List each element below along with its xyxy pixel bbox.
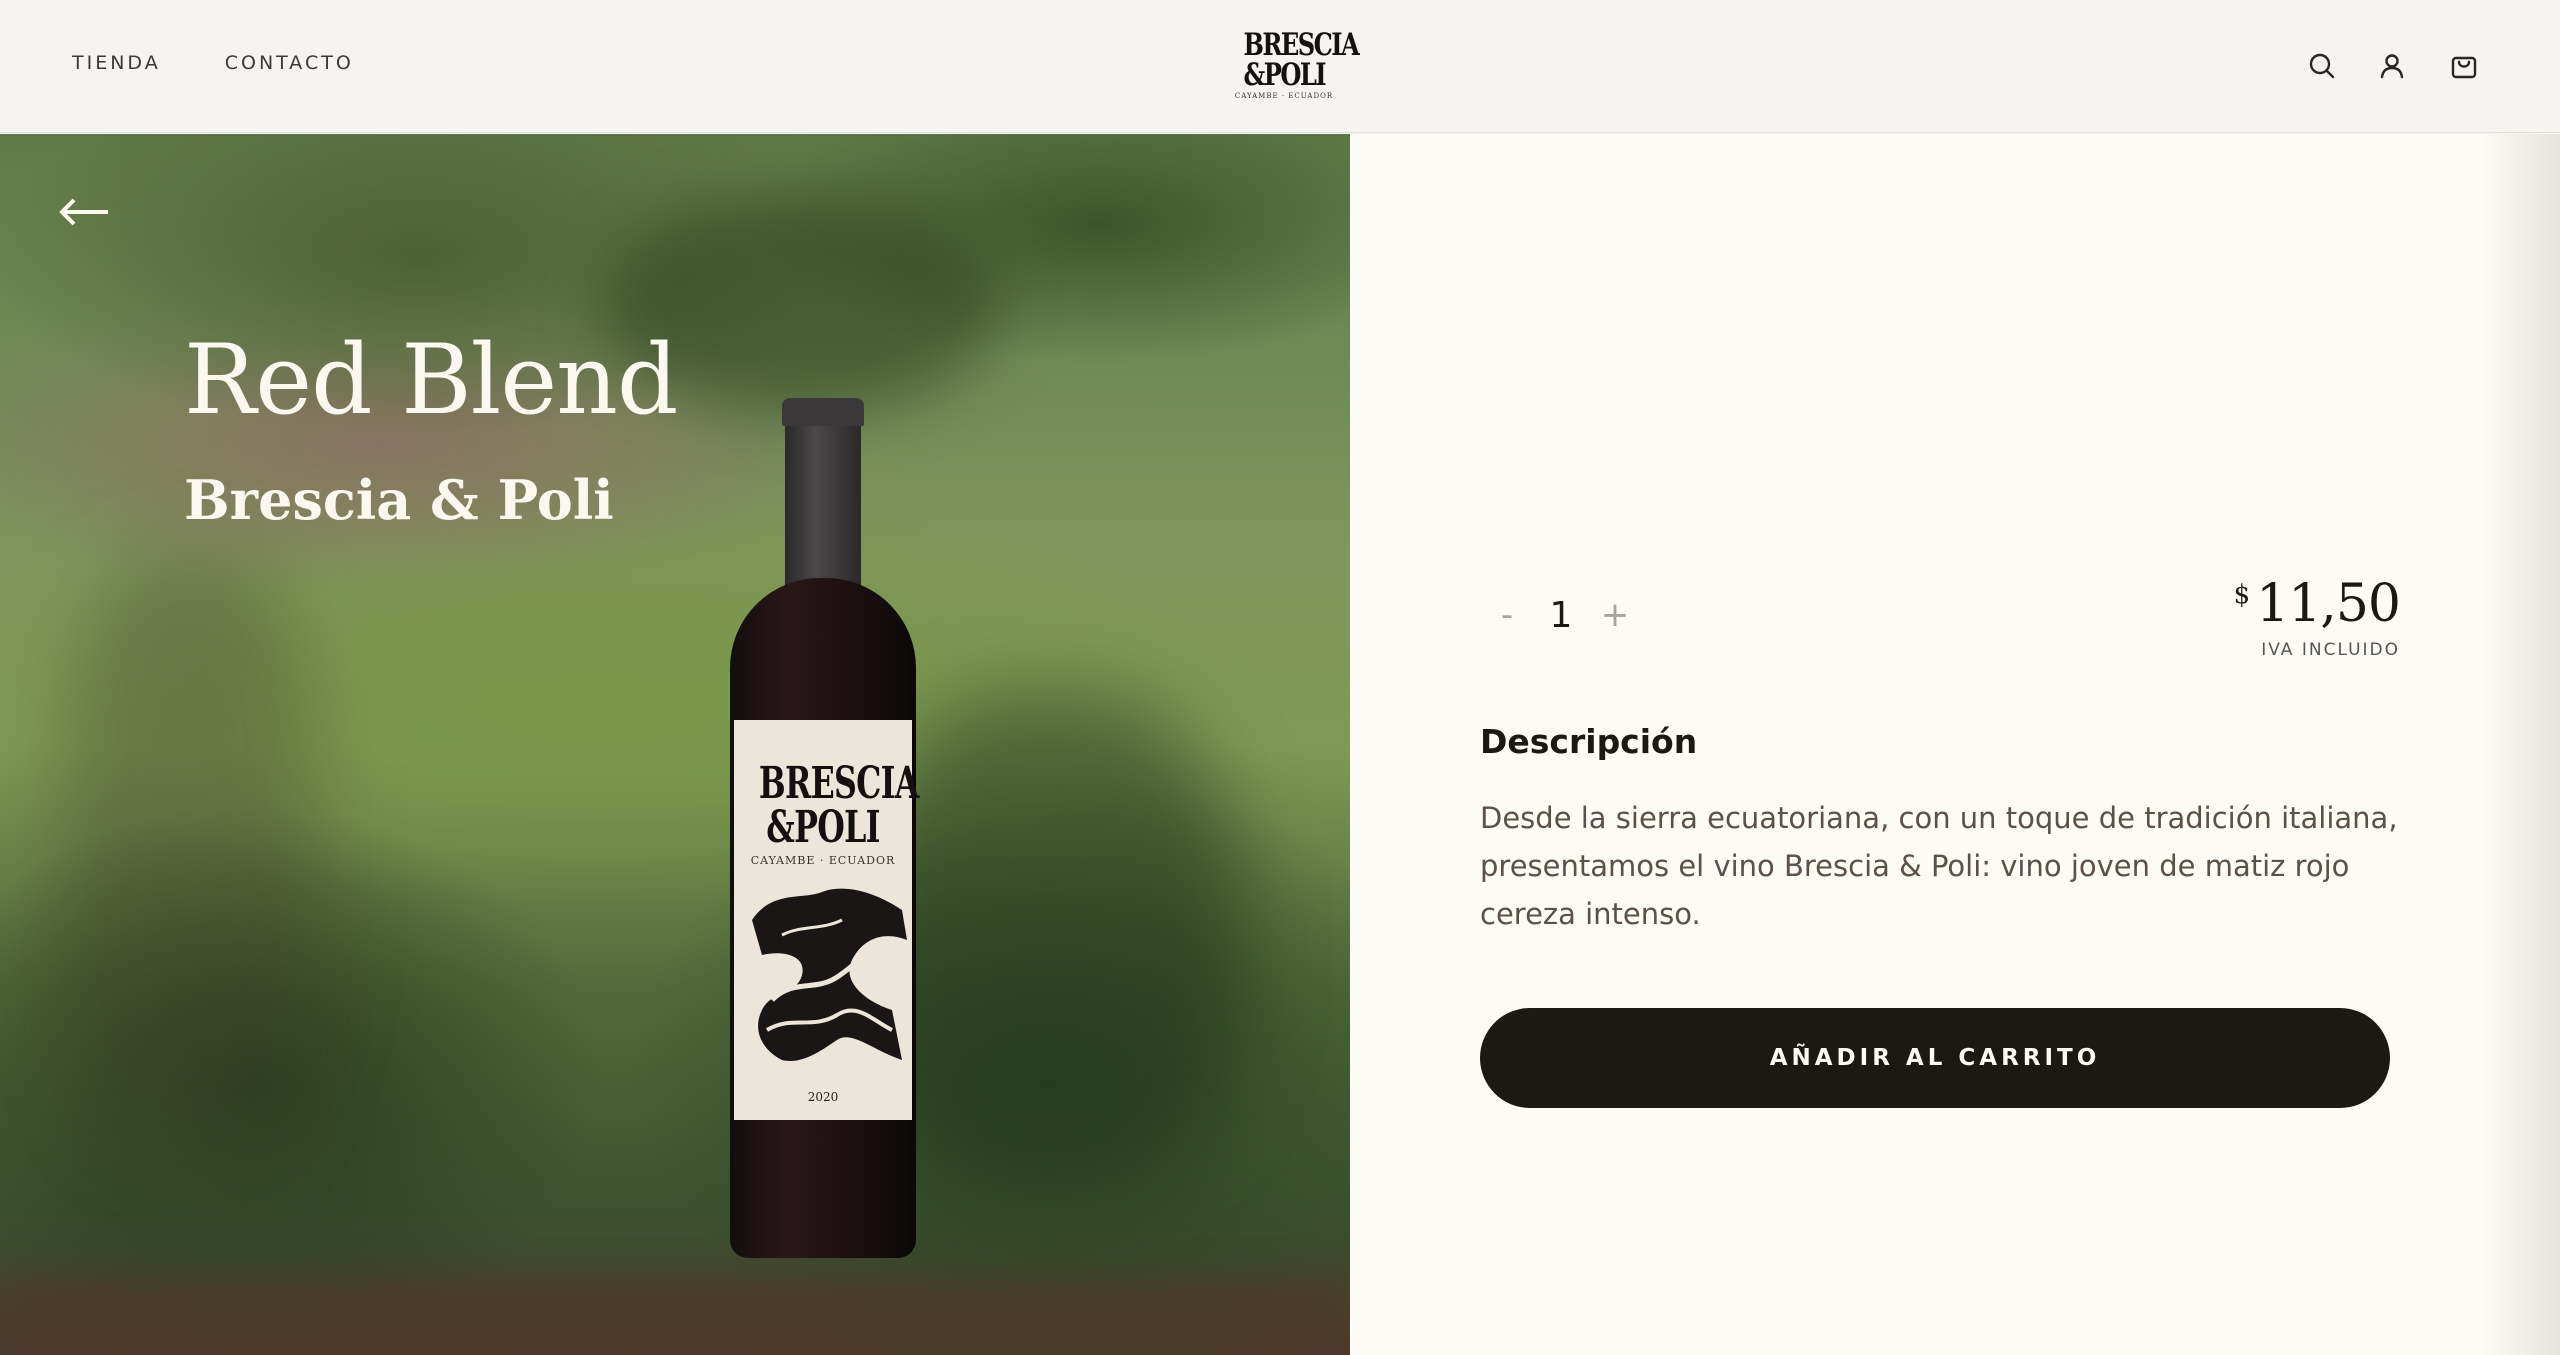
wine-bottle-image: BRESCIA &POLI CAYAMBE · ECUADOR 2020 [730, 398, 919, 1258]
description-text: Desde la sierra ecuatoriana, con un toqu… [1480, 801, 2398, 931]
panel-edge-shadow [2480, 134, 2560, 1355]
price-amount: 11,50 [2256, 574, 2401, 634]
background-ground [0, 1284, 1350, 1355]
bottle-label-tagline: CAYAMBE · ECUADOR [750, 854, 896, 867]
product-hero-image: Red Blend Brescia & Poli BRESCIA &POLI C… [0, 134, 1350, 1355]
site-header: TIENDA CONTACTO BRESCIA &POLI CAYAMBE · … [0, 0, 2560, 133]
bottle-neck [785, 398, 861, 588]
product-brand: Brescia & Poli [184, 468, 614, 532]
quantity-value[interactable]: 1 [1534, 595, 1588, 636]
bottle-label: BRESCIA &POLI CAYAMBE · ECUADOR 2020 [734, 720, 919, 1120]
product-price: $11,50 IVA INCLUIDO [2233, 574, 2401, 660]
price-currency: $ [2233, 580, 2251, 610]
product-details-panel: - 1 + $11,50 IVA INCLUIDO Descripción De… [1350, 134, 2560, 1355]
background-foliage [60, 554, 320, 1154]
search-icon[interactable] [2304, 48, 2340, 84]
product-title: Red Blend [184, 324, 678, 436]
header-actions [0, 48, 2560, 84]
quantity-stepper: - 1 + [1480, 590, 1642, 640]
cart-icon[interactable] [2446, 48, 2482, 84]
bottle-label-year: 2020 [807, 1090, 839, 1104]
bottle-capsule [782, 398, 864, 426]
increase-quantity-button[interactable]: + [1588, 590, 1642, 640]
description-heading: Descripción [1480, 722, 1698, 761]
decrease-quantity-button[interactable]: - [1480, 590, 1534, 640]
logo-tagline: CAYAMBE · ECUADOR [1234, 92, 1334, 100]
add-to-cart-button[interactable]: AÑADIR AL CARRITO [1480, 1008, 2390, 1108]
bottle-label-artwork [752, 888, 907, 1061]
arrow-left-icon[interactable] [56, 194, 112, 230]
bottle-label-line-2: &POLI [766, 802, 880, 853]
user-icon[interactable] [2374, 48, 2410, 84]
tax-note: IVA INCLUIDO [2261, 640, 2400, 660]
